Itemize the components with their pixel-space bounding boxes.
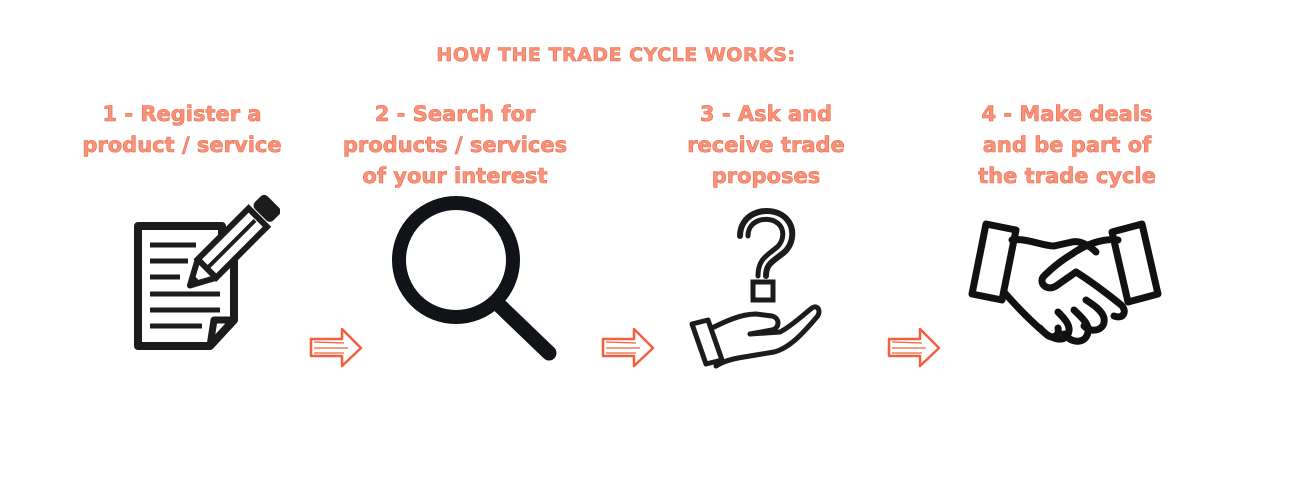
step-4-line-2: and be part of — [982, 133, 1152, 158]
magnifying-glass-icon — [392, 196, 557, 361]
document-pencil-icon — [134, 194, 280, 350]
step-4-line-3: the trade cycle — [978, 164, 1156, 189]
step-4-label: 4 - Make deals and be part of the trade … — [956, 99, 1178, 192]
step-1-line-1: 1 - Register a — [102, 102, 262, 127]
step-3-line-2: receive trade — [687, 133, 845, 158]
step-2-line-1: 2 - Search for — [374, 102, 536, 127]
right-arrow-icon — [887, 327, 941, 368]
step-3-label: 3 - Ask and receive trade proposes — [656, 99, 876, 192]
step-1-line-2: product / service — [82, 133, 282, 158]
step-2-label: 2 - Search for products / services of yo… — [334, 99, 576, 192]
step-1-label: 1 - Register a product / service — [64, 99, 300, 161]
right-arrow-icon — [601, 327, 655, 368]
right-arrow-icon — [309, 327, 363, 368]
hand-question-mark-icon — [689, 208, 822, 369]
step-2-line-3: of your interest — [362, 164, 548, 189]
step-3-line-3: proposes — [711, 164, 821, 189]
step-3-line-1: 3 - Ask and — [699, 102, 833, 127]
step-2-line-2: products / services — [342, 133, 568, 158]
handshake-icon — [968, 220, 1162, 345]
diagram-title: HOW THE TRADE CYCLE WORKS: — [436, 44, 796, 67]
step-4-line-1: 4 - Make deals — [981, 102, 1153, 127]
